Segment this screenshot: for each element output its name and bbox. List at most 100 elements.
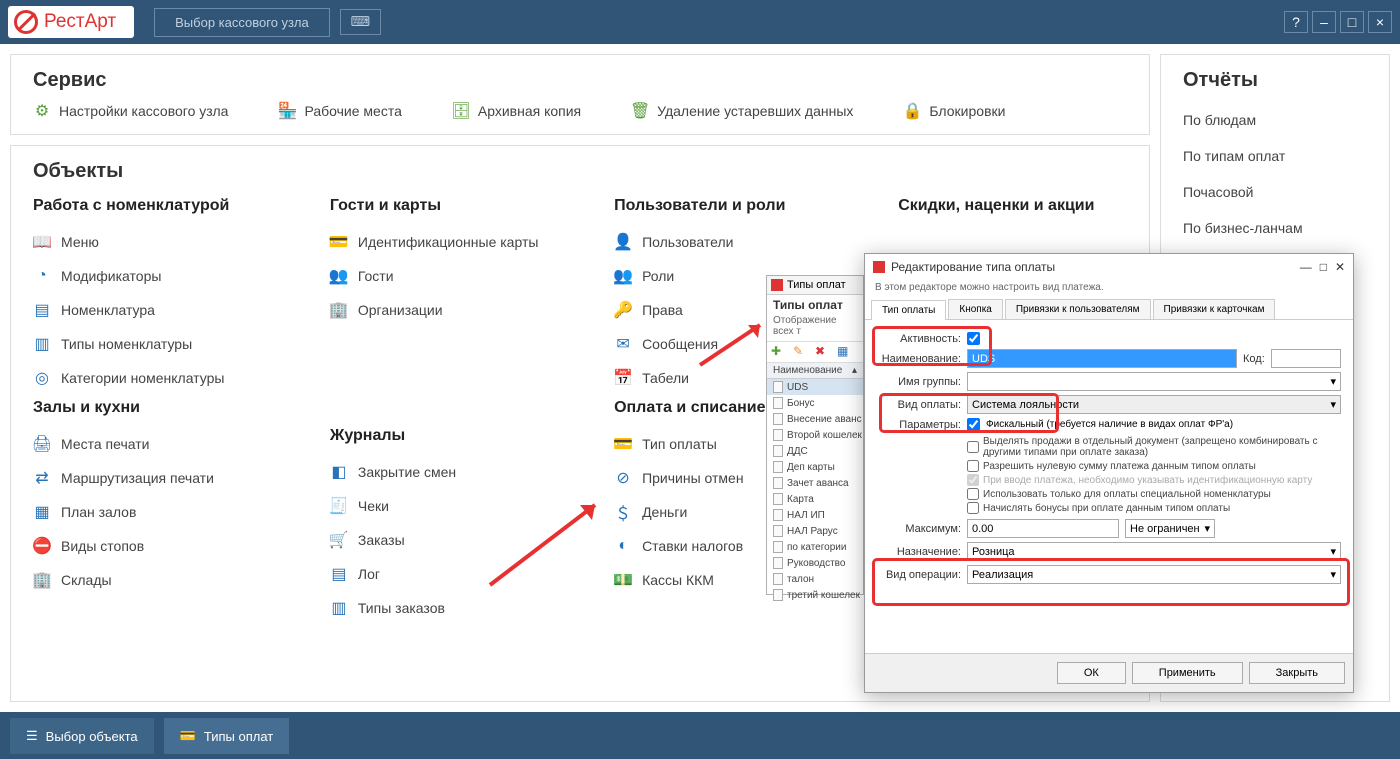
special-only-checkbox[interactable] xyxy=(967,488,979,500)
list-item[interactable]: Второй кошелек xyxy=(767,427,863,443)
link-modifiers[interactable]: ◔Модификаторы xyxy=(33,259,300,293)
list-item[interactable]: Деп карты xyxy=(767,459,863,475)
payment-types-tab[interactable]: 💳Типы оплат xyxy=(164,718,290,754)
link-orders[interactable]: 🛒Заказы xyxy=(330,523,584,557)
link-hall-plan[interactable]: ▦План залов xyxy=(33,495,300,529)
operation-kind-select[interactable]: Реализация▾ xyxy=(967,565,1341,584)
chevron-down-icon: ▾ xyxy=(1330,398,1336,411)
purpose-select[interactable]: Розница▾ xyxy=(967,542,1341,561)
archive-icon: 🗄 xyxy=(452,102,470,120)
close-button[interactable]: × xyxy=(1368,11,1392,33)
help-button[interactable]: ? xyxy=(1284,11,1308,33)
list-item[interactable]: НАЛ ИП xyxy=(767,507,863,523)
list-item[interactable]: ДДС xyxy=(767,443,863,459)
separate-doc-checkbox[interactable] xyxy=(967,441,979,453)
link-warehouses[interactable]: 🏢Склады xyxy=(33,563,300,597)
minimize-button[interactable]: – xyxy=(1312,11,1336,33)
dialog-maximize-icon[interactable]: □ xyxy=(1320,260,1327,274)
h-users: Пользователи и роли xyxy=(614,197,868,215)
dialog-footer: ОК Применить Закрыть xyxy=(865,653,1353,692)
maximum-input[interactable] xyxy=(967,519,1119,538)
close-dialog-button[interactable]: Закрыть xyxy=(1249,662,1345,684)
link-stop-types[interactable]: ⛔Виды стопов xyxy=(33,529,300,563)
doc-icon xyxy=(773,573,783,585)
report-dishes[interactable]: По блюдам xyxy=(1183,102,1367,138)
group-select[interactable]: ▾ xyxy=(967,372,1341,391)
svc-workplaces[interactable]: 🏪Рабочие места xyxy=(278,102,401,120)
link-nom-types[interactable]: ▥Типы номенклатуры xyxy=(33,327,300,361)
select-object-button[interactable]: ☰Выбор объекта xyxy=(10,718,154,754)
svc-archive[interactable]: 🗄Архивная копия xyxy=(452,102,581,120)
sort-asc-icon: ▴ xyxy=(852,365,857,376)
edit-payment-dialog: Редактирование типа оплаты — □ ✕ В этом … xyxy=(864,253,1354,693)
link-log[interactable]: ▤Лог xyxy=(330,557,584,591)
list-item[interactable]: UDS xyxy=(767,379,863,395)
label-payment-kind: Вид оплаты: xyxy=(877,399,961,411)
link-print-routing[interactable]: ⇄Маршрутизация печати xyxy=(33,461,300,495)
select-register-button[interactable]: Выбор кассового узла xyxy=(154,8,330,37)
keyboard-button[interactable]: ⌨ xyxy=(340,9,381,35)
accrue-bonus-checkbox[interactable] xyxy=(967,502,979,514)
link-shift-close[interactable]: ◧Закрытие смен xyxy=(330,455,584,489)
link-print-places[interactable]: 🖨Места печати xyxy=(33,427,300,461)
chevron-down-icon: ▾ xyxy=(1330,545,1336,558)
list-item[interactable]: Карта xyxy=(767,491,863,507)
money-icon: ＄ xyxy=(614,503,632,521)
user-icon: 👤 xyxy=(614,233,632,251)
list-header[interactable]: Наименование▴ xyxy=(767,363,863,379)
doc-icon xyxy=(773,525,783,537)
max-limit-select[interactable]: Не ограничен▾ xyxy=(1125,519,1215,538)
list-item[interactable]: талон xyxy=(767,571,863,587)
dialog-close-icon[interactable]: ✕ xyxy=(1335,260,1345,274)
link-users[interactable]: 👤Пользователи xyxy=(614,225,868,259)
maximize-button[interactable]: □ xyxy=(1340,11,1364,33)
list-item[interactable]: НАЛ Рарус xyxy=(767,523,863,539)
kkm-icon: 💵 xyxy=(614,571,632,589)
dialog-minimize-icon[interactable]: — xyxy=(1300,260,1312,274)
delete-icon[interactable]: ✖ xyxy=(815,344,831,360)
link-nomenclature[interactable]: ▤Номенклатура xyxy=(33,293,300,327)
report-hourly[interactable]: Почасовой xyxy=(1183,174,1367,210)
fiscal-checkbox[interactable] xyxy=(967,418,980,431)
link-orgs[interactable]: 🏢Организации xyxy=(330,293,584,327)
add-icon[interactable]: ✚ xyxy=(771,344,787,360)
col-guests: Гости и карты 💳Идентификационные карты 👥… xyxy=(330,193,584,625)
link-guests[interactable]: 👥Гости xyxy=(330,259,584,293)
list-item[interactable]: Зачет аванса xyxy=(767,475,863,491)
code-input[interactable] xyxy=(1271,349,1341,368)
svc-settings[interactable]: ⚙Настройки кассового узла xyxy=(33,102,228,120)
link-menu[interactable]: 📖Меню xyxy=(33,225,300,259)
list-item[interactable]: по категории xyxy=(767,539,863,555)
h-nomenclature: Работа с номенклатурой xyxy=(33,197,300,215)
svc-locks[interactable]: 🔒Блокировки xyxy=(903,102,1005,120)
apply-button[interactable]: Применить xyxy=(1132,662,1243,684)
tab-payment-type[interactable]: Тип оплаты xyxy=(871,300,946,320)
timesheet-icon: 📅 xyxy=(614,369,632,387)
doc-icon xyxy=(773,381,783,393)
link-order-types[interactable]: ▥Типы заказов xyxy=(330,591,584,625)
payment-kind-select[interactable]: Система лояльности▾ xyxy=(967,395,1341,414)
tab-user-bindings[interactable]: Привязки к пользователям xyxy=(1005,299,1151,319)
activity-checkbox[interactable] xyxy=(967,332,980,345)
name-input[interactable] xyxy=(967,349,1237,368)
tab-card-bindings[interactable]: Привязки к карточкам xyxy=(1153,299,1276,319)
allow-zero-checkbox[interactable] xyxy=(967,460,979,472)
ok-button[interactable]: ОК xyxy=(1057,662,1126,684)
list-item[interactable]: Руководство xyxy=(767,555,863,571)
report-payment-types[interactable]: По типам оплат xyxy=(1183,138,1367,174)
lock-icon: 🔒 xyxy=(903,102,921,120)
link-nom-categories[interactable]: ◎Категории номенклатуры xyxy=(33,361,300,395)
svc-cleanup[interactable]: 🗑Удаление устаревших данных xyxy=(631,102,853,120)
view-icon[interactable]: ▦ xyxy=(837,344,853,360)
panel-toolbar: ✚ ✎ ✖ ▦ xyxy=(767,341,863,363)
edit-icon[interactable]: ✎ xyxy=(793,344,809,360)
list-item[interactable]: Внесение аванс н xyxy=(767,411,863,427)
tab-button[interactable]: Кнопка xyxy=(948,299,1002,319)
link-id-cards[interactable]: 💳Идентификационные карты xyxy=(330,225,584,259)
report-business[interactable]: По бизнес-ланчам xyxy=(1183,210,1367,246)
list-item[interactable]: Бонус xyxy=(767,395,863,411)
log-icon: ▤ xyxy=(330,565,348,583)
app-dot-icon xyxy=(873,261,885,273)
link-checks[interactable]: 🧾Чеки xyxy=(330,489,584,523)
list-item[interactable]: третий кошелек xyxy=(767,587,863,603)
